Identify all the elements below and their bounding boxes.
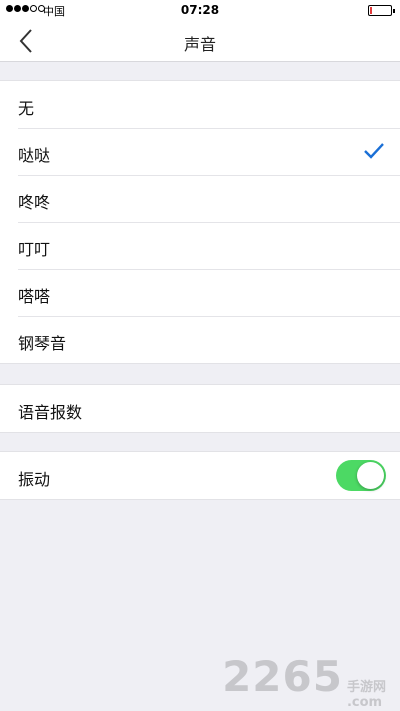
voice-report-group: 语音报数 xyxy=(0,384,400,433)
navigation-bar: 声音 xyxy=(0,20,400,62)
status-bar: 中国 07:28 xyxy=(0,0,400,20)
sound-option-label: 钢琴音 xyxy=(18,334,67,353)
sound-option-tada[interactable]: 嗒嗒 xyxy=(0,269,400,316)
site-watermark-logo: 2265 手游网 .com xyxy=(222,652,386,710)
voice-report-label: 语音报数 xyxy=(18,403,83,422)
sound-option-piano[interactable]: 钢琴音 xyxy=(0,316,400,363)
toggle-knob xyxy=(357,462,384,489)
sound-option-label: 咚咚 xyxy=(18,193,51,212)
sound-option-label: 嗒嗒 xyxy=(18,287,51,306)
checkmark-icon xyxy=(364,143,384,159)
sound-option-none[interactable]: 无 xyxy=(0,81,400,128)
vibration-row: 振动 xyxy=(0,452,400,499)
vibration-toggle[interactable] xyxy=(336,460,386,491)
watermark-text: 手游网 .com xyxy=(346,680,386,710)
status-time: 07:28 xyxy=(180,3,220,17)
watermark-number: 2265 xyxy=(222,652,343,701)
vibration-label: 振动 xyxy=(18,470,51,489)
sound-option-dingding[interactable]: 叮叮 xyxy=(0,222,400,269)
battery-icon xyxy=(368,5,395,16)
sound-option-label: 哒哒 xyxy=(18,146,51,165)
sound-option-dongdong[interactable]: 咚咚 xyxy=(0,175,400,222)
sound-options-list: 无 哒哒 咚咚 叮叮 嗒嗒 钢琴音 xyxy=(0,80,400,364)
vibration-group: 振动 xyxy=(0,451,400,500)
battery-level xyxy=(370,7,372,14)
page-title: 声音 xyxy=(183,35,216,54)
sound-option-label: 无 xyxy=(18,99,35,118)
voice-report-row[interactable]: 语音报数 xyxy=(0,385,400,432)
sound-option-label: 叮叮 xyxy=(18,240,51,259)
sound-option-dada[interactable]: 哒哒 xyxy=(0,128,400,175)
